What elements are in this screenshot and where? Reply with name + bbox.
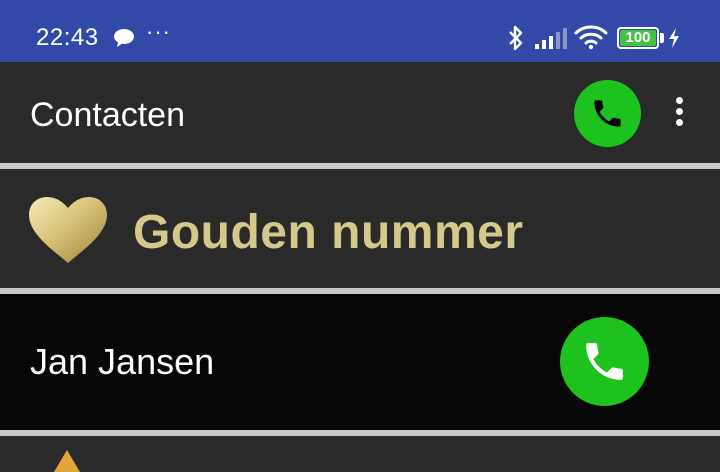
battery-icon: 100 <box>617 27 659 49</box>
signal-icon <box>535 28 567 49</box>
status-bar: 22:43 ··· 100 <box>0 0 720 62</box>
bluetooth-icon <box>509 25 523 51</box>
battery-cap <box>660 33 664 43</box>
contact-item[interactable]: Jan Jansen <box>0 294 720 430</box>
app-bar: Contacten <box>0 62 720 163</box>
call-contact-button[interactable] <box>560 317 649 406</box>
page-title: Contacten <box>30 96 185 134</box>
golden-number-label: Gouden nummer <box>133 206 524 259</box>
heart-icon <box>29 197 107 263</box>
more-notifications-icon: ··· <box>146 19 171 44</box>
list-item[interactable] <box>0 436 720 472</box>
overflow-menu-icon[interactable] <box>668 97 690 131</box>
phone-icon <box>594 100 621 127</box>
phone-icon <box>586 343 623 380</box>
battery-level: 100 <box>620 30 656 46</box>
golden-number-item[interactable]: Gouden nummer <box>0 169 720 288</box>
wifi-icon <box>574 25 608 50</box>
call-button[interactable] <box>574 80 641 147</box>
status-time: 22:43 <box>36 24 99 51</box>
charging-icon <box>669 28 679 48</box>
warning-icon <box>54 450 80 472</box>
chat-bubble-icon <box>114 29 134 47</box>
contact-name: Jan Jansen <box>30 341 215 382</box>
